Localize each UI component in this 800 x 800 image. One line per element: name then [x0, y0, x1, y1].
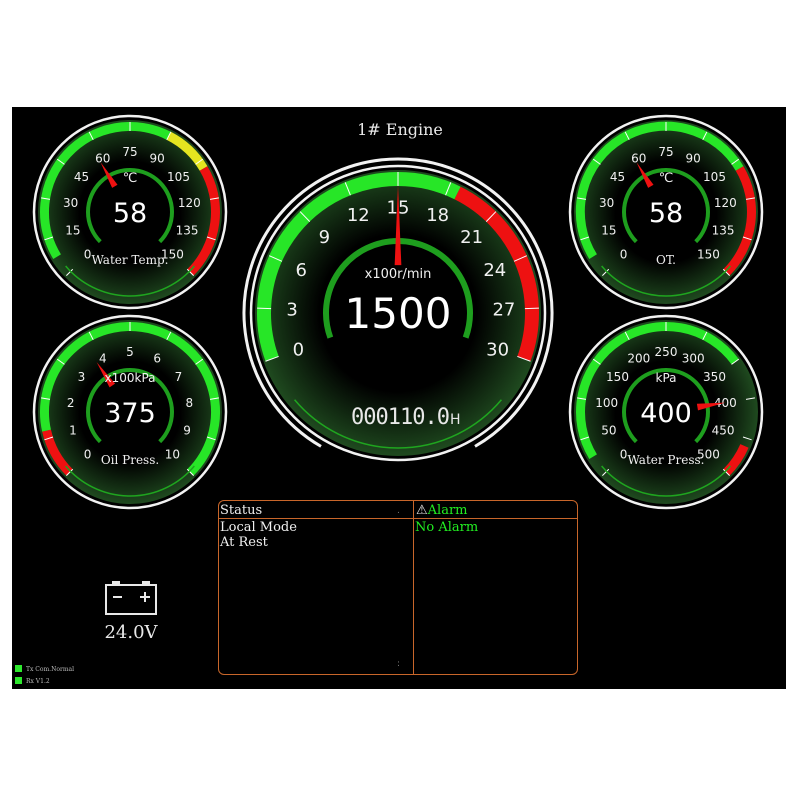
battery-voltage: 24.0V	[104, 622, 158, 643]
tick-label: 75	[658, 145, 673, 159]
tick-label: 0	[620, 248, 628, 262]
gauge-value: 400	[640, 398, 692, 429]
gauge-unit: x100kPa	[104, 371, 155, 385]
tick-label: 120	[714, 196, 737, 210]
tick-label: 105	[703, 170, 726, 184]
tick-label: 3	[78, 370, 86, 384]
gauge-unit: ℃	[659, 171, 674, 186]
tick-label: 0	[84, 448, 92, 462]
gauge-value: 375	[104, 398, 156, 429]
tick-label: 27	[492, 300, 515, 321]
tick-label: 450	[712, 424, 735, 438]
rx-indicator	[15, 677, 22, 684]
tick-label: 150	[606, 370, 629, 384]
gauge-unit: kPa	[656, 371, 677, 385]
tick-label: 30	[486, 340, 509, 361]
tick-label: 30	[599, 196, 614, 210]
tick-label: 250	[655, 345, 678, 359]
panel-divider-h	[219, 518, 577, 519]
tick-label: 15	[601, 224, 616, 238]
tick-label: 6	[295, 260, 306, 281]
gauge-label: Water Temp.	[92, 253, 169, 267]
tick-label: 7	[175, 370, 183, 384]
tick-label: 15	[65, 224, 80, 238]
tick-label: 0	[84, 248, 92, 262]
tick-label: 400	[714, 396, 737, 410]
tick-label: 75	[122, 145, 137, 159]
alarm-header-label: Alarm	[427, 503, 468, 518]
tick-label: 45	[610, 170, 625, 184]
hour-meter-unit: H	[450, 412, 461, 428]
tick-label: 30	[63, 196, 78, 210]
status-line: Local Mode	[220, 520, 297, 535]
tx-status-label: Tx Com.Normal	[26, 666, 75, 673]
alarm-line: No Alarm	[415, 520, 479, 535]
tick-label: 6	[153, 352, 161, 366]
tick-label: 5	[126, 345, 134, 359]
tick-label: 0	[620, 448, 628, 462]
tick-label: 105	[167, 170, 190, 184]
gauge-label: Oil Press.	[101, 453, 159, 467]
gauge-label: Water Press.	[628, 453, 705, 467]
tick-label: 21	[460, 227, 483, 248]
status-line: At Rest	[220, 535, 268, 550]
tick-label: 0	[293, 340, 304, 361]
gauge-unit: x100r/min	[365, 267, 432, 282]
dot-mark: :	[397, 659, 401, 669]
rx-status: Rx V1.2	[15, 677, 50, 685]
tick-label: 50	[601, 424, 616, 438]
panel-divider-v	[413, 501, 414, 674]
gauge-label: OT.	[656, 253, 676, 267]
tick-label: 135	[176, 224, 199, 238]
tick-label: 200	[627, 352, 650, 366]
rx-status-label: Rx V1.2	[26, 678, 50, 685]
tick-label: 12	[347, 205, 370, 226]
gauge-value: 58	[113, 198, 147, 229]
tick-label: 350	[703, 370, 726, 384]
oil-press-gauge: 01 234 5 678 910 x100kPa 375 Oil Press.	[32, 314, 228, 510]
tick-label: 1	[69, 424, 77, 438]
tx-indicator	[15, 665, 22, 672]
hour-meter: 000110.0	[351, 405, 449, 430]
warning-icon: ⚠	[416, 503, 428, 518]
gauge-value: 58	[649, 198, 683, 229]
tick-label: 18	[426, 205, 449, 226]
tick-label: 150	[697, 248, 720, 262]
tick-label: 90	[150, 152, 165, 166]
water-press-gauge: 050100150200 250 300350400450500kPa400Wate…	[568, 314, 764, 510]
page-title: 1# Engine	[357, 120, 443, 139]
status-header: Status	[220, 503, 263, 518]
oil-temp-gauge: 0 15 30 45 60 75 90105 120 135 150 ℃ 58 OT.	[568, 114, 764, 310]
tick-label: 8	[185, 396, 193, 410]
tick-label: 60	[95, 152, 110, 166]
dot-mark: .	[397, 506, 400, 516]
tick-label: 300	[682, 352, 705, 366]
tick-label: 2	[67, 396, 75, 410]
gauge-unit: ℃	[123, 171, 138, 186]
battery-icon	[105, 581, 157, 615]
tick-label: 4	[99, 352, 107, 366]
tick-label: 135	[712, 224, 735, 238]
alarm-header: ⚠Alarm	[416, 503, 468, 518]
tick-label: 3	[286, 300, 297, 321]
tick-label: 10	[165, 448, 180, 462]
tick-label: 9	[183, 424, 191, 438]
water-temp-gauge: 015304560 75 90105120135150℃58Water Temp.	[32, 114, 228, 310]
gauge-value: 1500	[345, 289, 452, 338]
tick-label: 100	[595, 396, 618, 410]
tick-label: 24	[483, 260, 506, 281]
tick-label: 120	[178, 196, 201, 210]
tx-status: Tx Com.Normal	[15, 665, 74, 673]
status-alarm-panel: Status ⚠Alarm Local Mode At Rest No Alar…	[218, 500, 578, 675]
tick-label: 45	[74, 170, 89, 184]
tick-label: 90	[686, 152, 701, 166]
tick-label: 60	[631, 152, 646, 166]
tick-label: 9	[319, 227, 330, 248]
